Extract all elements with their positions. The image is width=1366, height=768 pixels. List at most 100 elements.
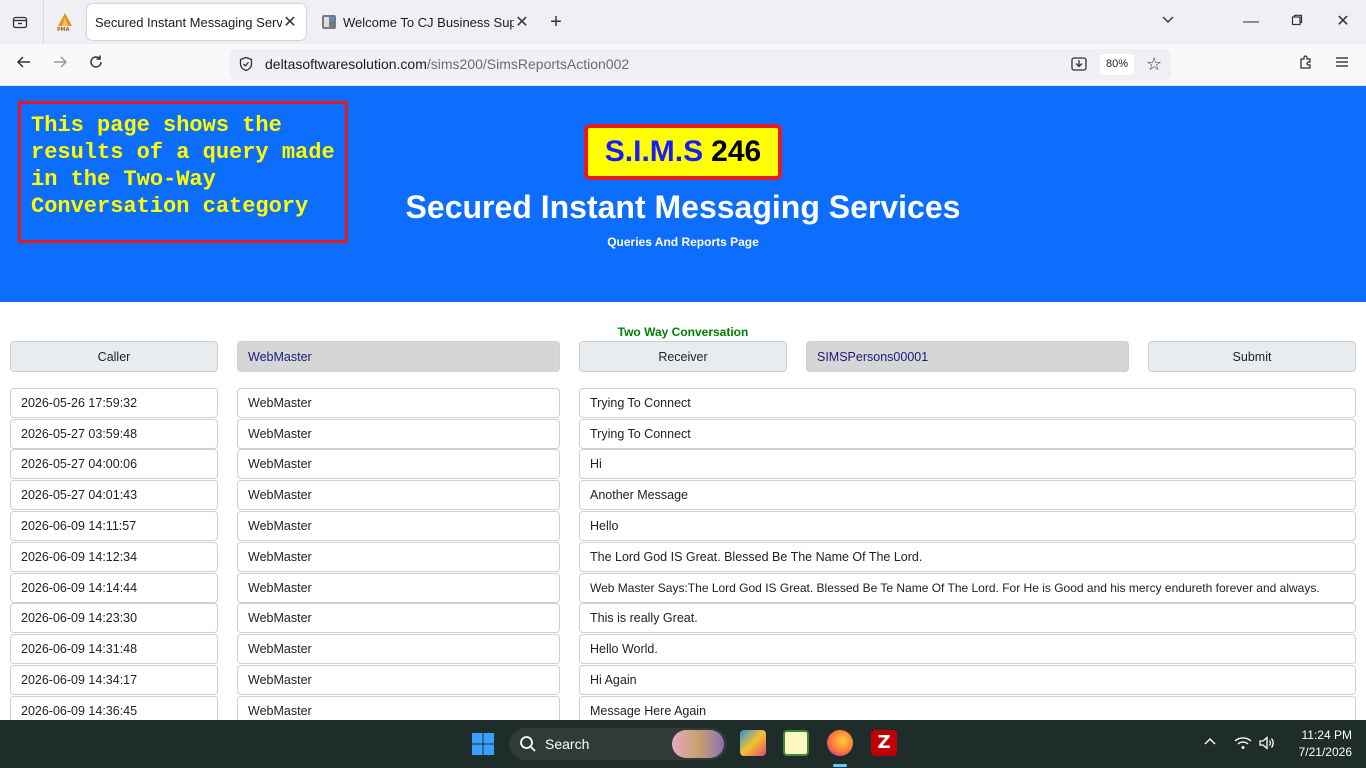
- tab-strip: PMA Secured Instant Messaging Services ✕…: [0, 0, 1366, 44]
- paint-app-icon[interactable]: [740, 730, 766, 756]
- address-bar[interactable]: deltasoftwaresolution.com/sims200/SimsRe…: [230, 49, 1171, 80]
- message-cell: Trying To Connect: [579, 419, 1356, 449]
- sender-cell: WebMaster: [237, 573, 560, 603]
- sender-cell: WebMaster: [237, 603, 560, 633]
- time-cell: 2026-06-09 14:31:48: [10, 634, 218, 664]
- close-window-icon[interactable]: ✕: [1331, 10, 1355, 34]
- save-page-download-icon[interactable]: [1070, 55, 1088, 73]
- table-row: 2026-06-09 14:23:30 WebMaster This is re…: [0, 603, 1366, 634]
- time-cell: 2026-06-09 14:23:30: [10, 603, 218, 633]
- message-cell: Hi Again: [579, 665, 1356, 695]
- message-cell: Hello World.: [579, 634, 1356, 664]
- sender-cell: WebMaster: [237, 696, 560, 720]
- sender-cell: WebMaster: [237, 665, 560, 695]
- time-cell: 2026-05-27 04:00:06: [10, 449, 218, 479]
- table-row: 2026-05-27 04:01:43 WebMaster Another Me…: [0, 480, 1366, 511]
- svg-text:PMA: PMA: [57, 27, 70, 32]
- clock-date[interactable]: 7/21/2026: [1290, 745, 1352, 759]
- back-arrow-icon[interactable]: [12, 53, 36, 77]
- table-row: 2026-06-09 14:36:45 WebMaster Message He…: [0, 696, 1366, 720]
- page-content: This page shows the results of a query m…: [0, 86, 1366, 720]
- logo-text-sims: S.I.M.S: [604, 135, 704, 168]
- wifi-icon[interactable]: [1234, 735, 1252, 754]
- tab-title: Secured Instant Messaging Services: [95, 14, 282, 30]
- receiver-select[interactable]: SIMSPersons00001: [806, 341, 1129, 372]
- tray-chevron-up-icon[interactable]: [1203, 735, 1217, 752]
- receiver-button[interactable]: Receiver: [579, 341, 787, 372]
- menu-hamburger-icon[interactable]: [1330, 53, 1354, 77]
- windows-start-icon[interactable]: [471, 732, 495, 761]
- time-cell: 2026-06-09 14:12:34: [10, 542, 218, 572]
- table-row: 2026-05-26 17:59:32 WebMaster Trying To …: [0, 388, 1366, 419]
- table-row: 2026-06-09 14:11:57 WebMaster Hello: [0, 511, 1366, 542]
- table-row: 2026-05-27 04:00:06 WebMaster Hi: [0, 449, 1366, 480]
- taskbar-search[interactable]: Search: [509, 728, 727, 760]
- message-cell: Another Message: [579, 480, 1356, 510]
- message-cell: Hi: [579, 449, 1356, 479]
- caller-button[interactable]: Caller: [10, 341, 218, 372]
- message-cell: Message Here Again: [579, 696, 1356, 720]
- tab-favicon-icon: [321, 14, 337, 30]
- time-cell: 2026-05-26 17:59:32: [10, 388, 218, 418]
- tab-sims[interactable]: Secured Instant Messaging Services ✕: [87, 4, 306, 40]
- tab-overflow-chevron-down-icon[interactable]: [1156, 10, 1180, 34]
- table-row: 2026-06-09 14:14:44 WebMaster Web Master…: [0, 573, 1366, 604]
- time-cell: 2026-06-09 14:34:17: [10, 665, 218, 695]
- zoom-level-badge[interactable]: 80%: [1100, 54, 1135, 75]
- pinned-tab-logo-icon[interactable]: PMA: [54, 12, 76, 33]
- caller-select[interactable]: WebMaster: [237, 341, 560, 372]
- sender-cell: WebMaster: [237, 388, 560, 418]
- message-cell: The Lord God IS Great. Blessed Be The Na…: [579, 542, 1356, 572]
- sender-cell: WebMaster: [237, 511, 560, 541]
- sender-cell: WebMaster: [237, 542, 560, 572]
- restore-icon[interactable]: [1285, 10, 1309, 34]
- search-label: Search: [545, 736, 590, 752]
- time-cell: 2026-05-27 04:01:43: [10, 480, 218, 510]
- close-tab-icon[interactable]: ✕: [282, 12, 298, 32]
- new-tab-icon[interactable]: +: [544, 10, 568, 34]
- time-cell: 2026-06-09 14:36:45: [10, 696, 218, 720]
- url-path: /sims200/SimsReportsAction002: [426, 56, 630, 72]
- url-text: deltasoftwaresolution.com/sims200/SimsRe…: [265, 56, 629, 72]
- tab-separator: [43, 0, 44, 44]
- search-highlight-image-icon: [672, 730, 724, 758]
- nav-bar: deltasoftwaresolution.com/sims200/SimsRe…: [0, 44, 1366, 86]
- notepad-app-icon[interactable]: [783, 730, 809, 756]
- page-subtitle: Queries And Reports Page: [607, 235, 759, 249]
- bookmark-star-icon[interactable]: ☆: [1146, 54, 1162, 75]
- table-row: 2026-06-09 14:31:48 WebMaster Hello Worl…: [0, 634, 1366, 665]
- firefox-app-icon[interactable]: [827, 730, 853, 756]
- page-title: Secured Instant Messaging Services: [405, 189, 961, 225]
- sender-cell: WebMaster: [237, 419, 560, 449]
- submit-button[interactable]: Submit: [1148, 341, 1356, 372]
- time-cell: 2026-06-09 14:14:44: [10, 573, 218, 603]
- tab-cj-business[interactable]: Welcome To CJ Business Suppo ✕: [313, 4, 538, 40]
- section-title: Two Way Conversation: [617, 325, 749, 339]
- message-cell: Trying To Connect: [579, 388, 1356, 418]
- sender-cell: WebMaster: [237, 634, 560, 664]
- shield-icon[interactable]: [238, 56, 254, 72]
- time-cell: 2026-06-09 14:11:57: [10, 511, 218, 541]
- table-row: 2026-06-09 14:34:17 WebMaster Hi Again: [0, 665, 1366, 696]
- sender-cell: WebMaster: [237, 480, 560, 510]
- search-icon: [519, 735, 537, 756]
- table-row: 2026-06-09 14:12:34 WebMaster The Lord G…: [0, 542, 1366, 573]
- message-cell: Hello: [579, 511, 1356, 541]
- time-cell: 2026-05-27 03:59:48: [10, 419, 218, 449]
- tab-list-icon[interactable]: [8, 10, 32, 34]
- extensions-icon[interactable]: [1294, 53, 1318, 77]
- tab-title: Welcome To CJ Business Suppo: [343, 14, 514, 30]
- message-cell: Web Master Says:The Lord God IS Great. B…: [579, 573, 1356, 603]
- volume-icon[interactable]: [1258, 735, 1276, 754]
- logo-text-number: 246: [711, 135, 762, 168]
- close-tab-icon[interactable]: ✕: [514, 12, 530, 32]
- minimize-icon[interactable]: —: [1239, 10, 1263, 34]
- forward-arrow-icon[interactable]: [48, 53, 72, 77]
- url-host: deltasoftwaresolution.com: [265, 56, 427, 72]
- message-cell: This is really Great.: [579, 603, 1356, 633]
- filezilla-app-icon[interactable]: Z: [871, 730, 897, 756]
- reload-icon[interactable]: [84, 53, 108, 77]
- clock-time[interactable]: 11:24 PM: [1290, 728, 1352, 742]
- sender-cell: WebMaster: [237, 449, 560, 479]
- table-row: 2026-05-27 03:59:48 WebMaster Trying To …: [0, 419, 1366, 450]
